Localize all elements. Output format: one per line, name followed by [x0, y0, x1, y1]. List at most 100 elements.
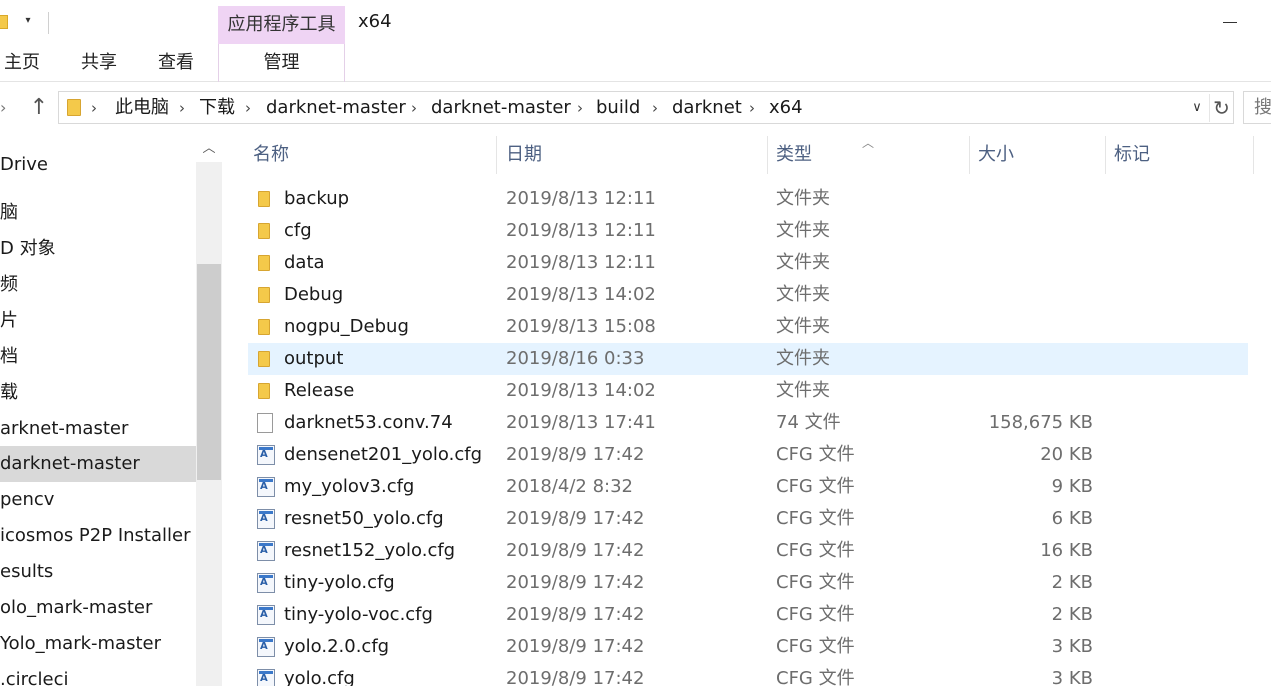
- file-list: 名称 日期 类型 大小 标记 ︿ backup 2019/8/13 12:11 文件…: [222, 136, 1271, 686]
- file-type: CFG 文件: [776, 444, 855, 465]
- file-date: 2019/8/9 17:42: [506, 572, 645, 593]
- cfg-file-icon: [257, 445, 275, 465]
- nav-item[interactable]: 档: [0, 339, 196, 375]
- nav-item[interactable]: icosmos P2P Installer: [0, 518, 196, 554]
- file-name: data: [284, 252, 325, 273]
- nav-item[interactable]: esults: [0, 554, 196, 590]
- breadcrumb-build[interactable]: build: [596, 96, 640, 120]
- file-name: Debug: [284, 284, 344, 305]
- table-row[interactable]: yolo.cfg 2019/8/9 17:42 CFG 文件 3 KB: [248, 663, 1248, 686]
- breadcrumb-x64[interactable]: x64: [769, 96, 803, 120]
- table-row[interactable]: yolo.2.0.cfg 2019/8/9 17:42 CFG 文件 3 KB: [248, 631, 1248, 663]
- window-title: x64: [358, 11, 392, 32]
- nav-item[interactable]: .circleci: [0, 662, 196, 686]
- file-date: 2019/8/13 14:02: [506, 380, 656, 401]
- nav-item[interactable]: 片: [0, 303, 196, 339]
- nav-item[interactable]: 载: [0, 375, 196, 411]
- table-row[interactable]: resnet50_yolo.cfg 2019/8/9 17:42 CFG 文件 6 K…: [248, 503, 1248, 535]
- folder-icon: [258, 191, 270, 207]
- file-name: darknet53.conv.74: [284, 412, 453, 433]
- file-name: densenet201_yolo.cfg: [284, 444, 482, 465]
- column-header-tags[interactable]: 标记: [1106, 136, 1254, 174]
- table-row[interactable]: tiny-yolo-voc.cfg 2019/8/9 17:42 CFG 文件 2 K…: [248, 599, 1248, 631]
- file-type: CFG 文件: [776, 604, 855, 625]
- cfg-file-icon: [257, 605, 275, 625]
- table-row[interactable]: output 2019/8/16 0:33 文件夹: [248, 343, 1248, 375]
- table-row[interactable]: resnet152_yolo.cfg 2019/8/9 17:42 CFG 文件 16…: [248, 535, 1248, 567]
- breadcrumb-downloads[interactable]: 下载: [199, 96, 235, 120]
- search-input[interactable]: 搜: [1243, 91, 1271, 124]
- breadcrumb-darknet[interactable]: darknet: [672, 96, 742, 120]
- file-name: backup: [284, 188, 350, 209]
- file-date: 2019/8/9 17:42: [506, 604, 645, 625]
- breadcrumb-this-pc[interactable]: 此电脑: [115, 96, 169, 120]
- column-header-size[interactable]: 大小: [970, 136, 1106, 174]
- back-arrow-icon[interactable]: ›: [0, 96, 18, 120]
- file-size: 20 KB: [1040, 444, 1093, 465]
- tab-manage[interactable]: 管理: [218, 44, 345, 82]
- table-row[interactable]: Debug 2019/8/13 14:02 文件夹: [248, 279, 1248, 311]
- table-row[interactable]: tiny-yolo.cfg 2019/8/9 17:42 CFG 文件 2 KB: [248, 567, 1248, 599]
- nav-item[interactable]: arknet-master: [0, 411, 196, 447]
- file-name: yolo.2.0.cfg: [284, 636, 390, 657]
- table-row[interactable]: cfg 2019/8/13 12:11 文件夹: [248, 215, 1248, 247]
- file-size: 6 KB: [1051, 508, 1093, 529]
- scroll-up-icon[interactable]: ︿: [198, 136, 220, 162]
- minimize-button[interactable]: [1220, 10, 1250, 34]
- table-row[interactable]: nogpu_Debug 2019/8/13 15:08 文件夹: [248, 311, 1248, 343]
- tab-view[interactable]: 查看: [158, 52, 194, 74]
- breadcrumb-darknet-master-1[interactable]: darknet-master: [266, 96, 406, 120]
- refresh-icon[interactable]: ↻: [1209, 94, 1233, 122]
- tab-share[interactable]: 共享: [81, 52, 117, 74]
- file-type: 文件夹: [776, 316, 830, 337]
- chevron-right-icon[interactable]: ›: [749, 96, 755, 120]
- file-type: 文件夹: [776, 188, 830, 209]
- nav-item[interactable]: olo_mark-master: [0, 590, 196, 626]
- chevron-right-icon[interactable]: ›: [245, 96, 251, 120]
- file-name: tiny-yolo-voc.cfg: [284, 604, 433, 625]
- table-row[interactable]: my_yolov3.cfg 2018/4/2 8:32 CFG 文件 9 KB: [248, 471, 1248, 503]
- nav-item[interactable]: 脑: [0, 195, 196, 231]
- file-size: 3 KB: [1051, 668, 1093, 686]
- table-row[interactable]: densenet201_yolo.cfg 2019/8/9 17:42 CFG 文件…: [248, 439, 1248, 471]
- nav-item-selected[interactable]: darknet-master: [0, 446, 196, 482]
- chevron-right-icon[interactable]: ›: [179, 96, 185, 120]
- file-date: 2019/8/16 0:33: [506, 348, 645, 369]
- file-date: 2019/8/9 17:42: [506, 636, 645, 657]
- nav-item[interactable]: Yolo_mark-master: [0, 626, 196, 662]
- table-row[interactable]: darknet53.conv.74 2019/8/13 17:41 74 文件 158…: [248, 407, 1248, 439]
- cfg-file-icon: [257, 509, 275, 529]
- scrollbar-thumb[interactable]: [197, 264, 221, 480]
- table-row[interactable]: Release 2019/8/13 14:02 文件夹: [248, 375, 1248, 407]
- nav-item[interactable]: pencv: [0, 482, 196, 518]
- nav-item[interactable]: Drive: [0, 147, 196, 183]
- cfg-file-icon: [257, 573, 275, 593]
- file-name: resnet50_yolo.cfg: [284, 508, 444, 529]
- file-name: nogpu_Debug: [284, 316, 409, 337]
- table-row[interactable]: data 2019/8/13 12:11 文件夹: [248, 247, 1248, 279]
- folder-icon: [258, 223, 270, 239]
- file-date: 2019/8/9 17:42: [506, 540, 645, 561]
- file-date: 2019/8/13 15:08: [506, 316, 656, 337]
- column-header-date[interactable]: 日期: [498, 136, 768, 174]
- nav-item[interactable]: 频: [0, 267, 196, 303]
- file-name: my_yolov3.cfg: [284, 476, 415, 497]
- tab-home[interactable]: 主页: [4, 52, 40, 74]
- folder-icon: [67, 99, 81, 116]
- address-bar[interactable]: › 此电脑 › 下载 › darknet-master › darknet-ma…: [58, 91, 1234, 124]
- quick-access-dropdown-icon[interactable]: ▾: [20, 13, 36, 29]
- breadcrumb-darknet-master-2[interactable]: darknet-master: [431, 96, 571, 120]
- cfg-file-icon: [257, 477, 275, 497]
- chevron-right-icon[interactable]: ›: [577, 96, 583, 120]
- chevron-right-icon[interactable]: ›: [411, 96, 417, 120]
- chevron-right-icon[interactable]: ›: [652, 96, 658, 120]
- table-row[interactable]: backup 2019/8/13 12:11 文件夹: [248, 183, 1248, 215]
- nav-item[interactable]: D 对象: [0, 231, 196, 267]
- up-arrow-icon[interactable]: ↑: [26, 94, 52, 122]
- chevron-right-icon[interactable]: ›: [91, 96, 97, 120]
- file-type: CFG 文件: [776, 572, 855, 593]
- column-header-name[interactable]: 名称: [245, 136, 497, 174]
- file-date: 2019/8/13 17:41: [506, 412, 656, 433]
- toolbar-divider: [48, 12, 49, 34]
- chevron-down-icon[interactable]: ∨: [1187, 96, 1207, 120]
